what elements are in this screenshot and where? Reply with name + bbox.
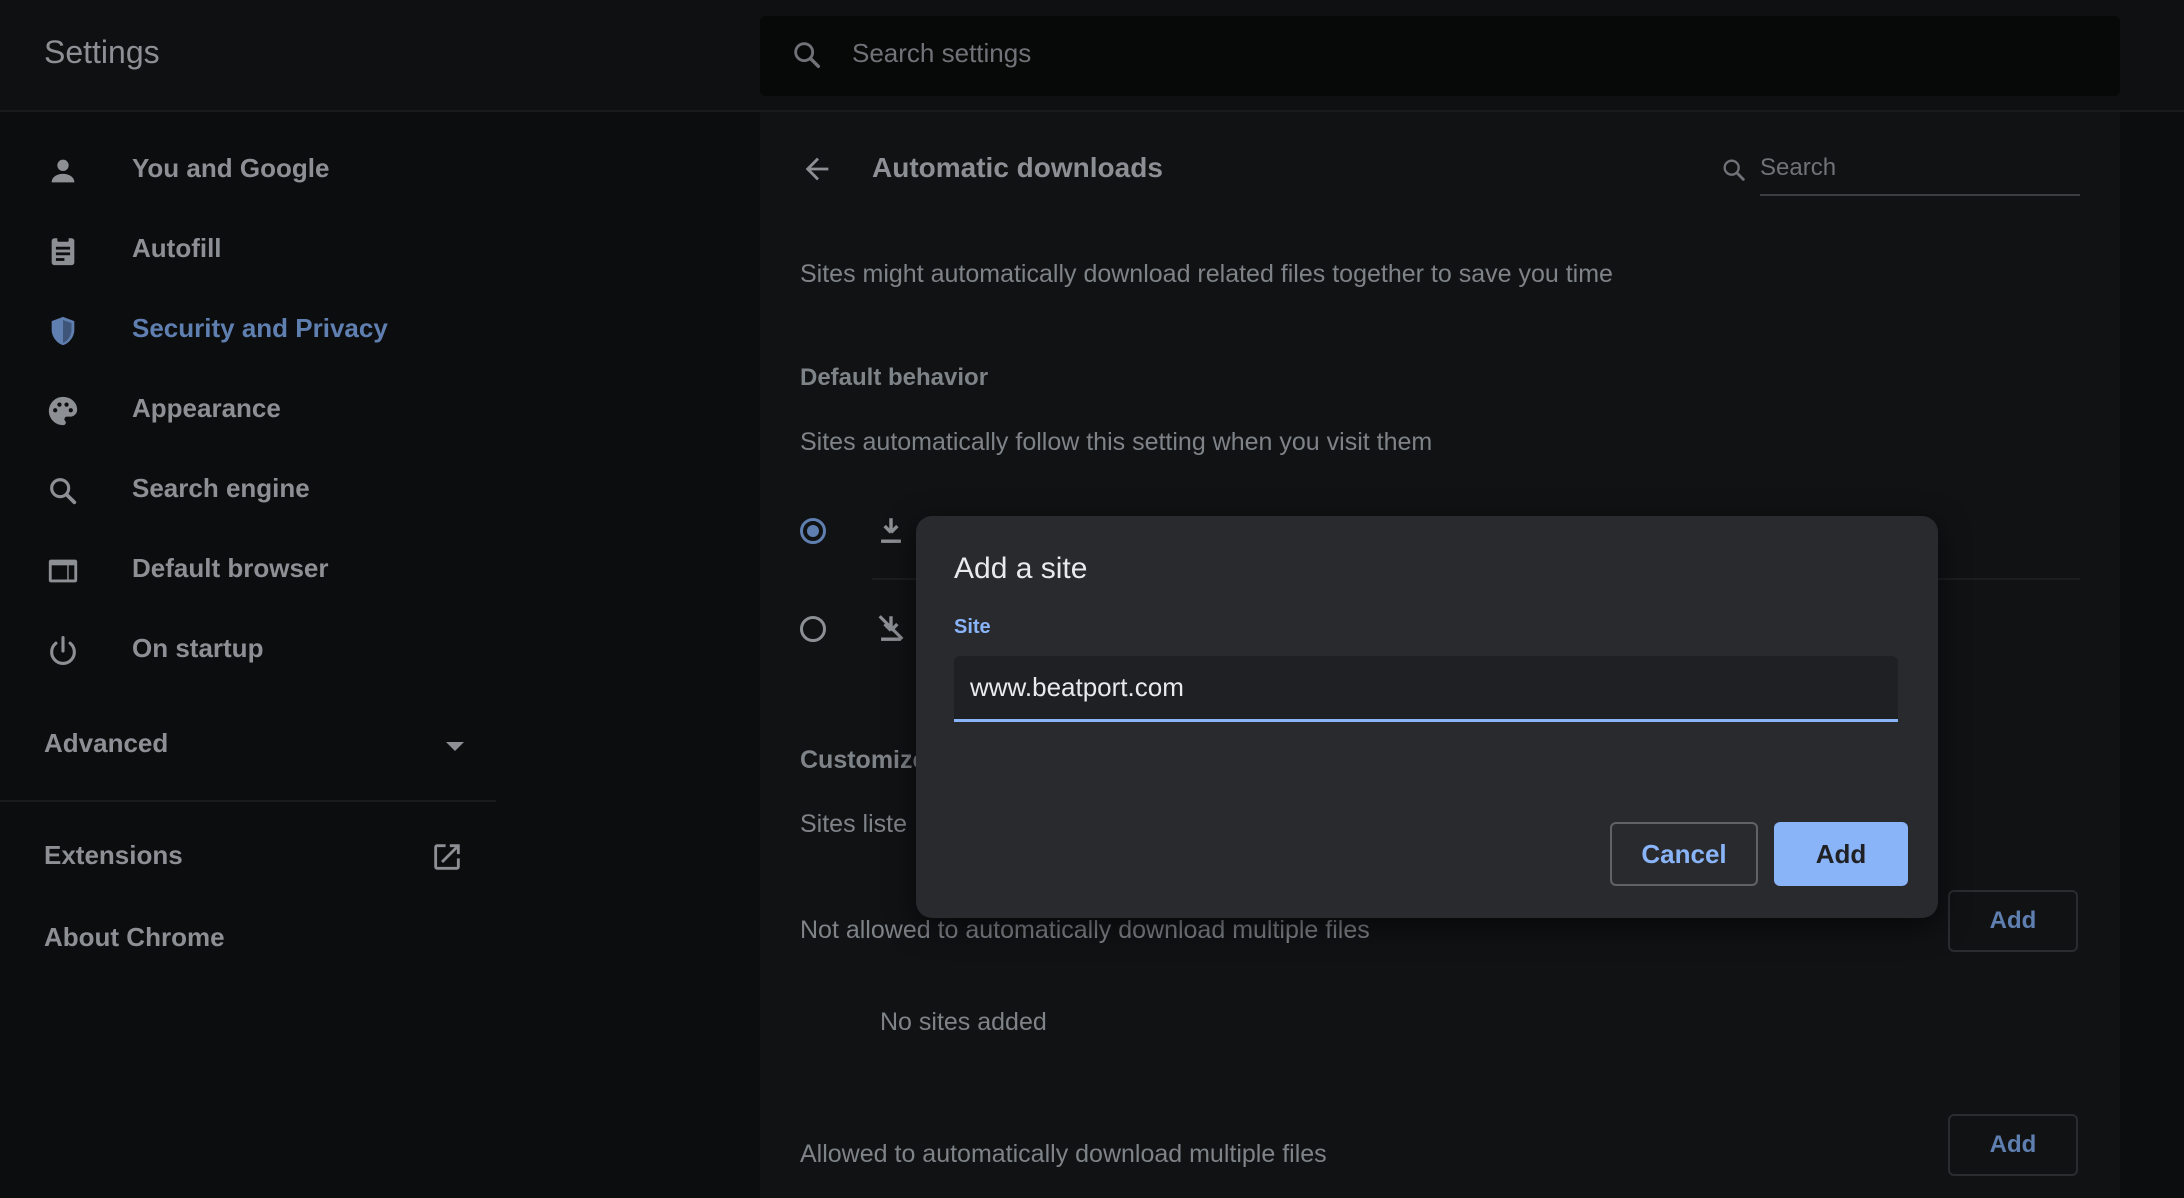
- settings-header: Settings Search settings: [0, 0, 2184, 112]
- sidebar-item-about-chrome[interactable]: About Chrome: [44, 922, 225, 953]
- sidebar-item-label: Appearance: [132, 393, 281, 423]
- settings-search-box[interactable]: Search settings: [760, 16, 2120, 96]
- back-arrow-icon[interactable]: [800, 152, 834, 191]
- search-icon: [1720, 156, 1748, 189]
- browser-window-icon: [46, 554, 80, 593]
- sidebar-item-autofill[interactable]: Autofill: [0, 212, 500, 284]
- sidebar-divider: [0, 800, 496, 802]
- allowed-label: Allowed to automatically download multip…: [800, 1140, 1327, 1168]
- power-icon: [46, 634, 80, 673]
- extensions-label: Extensions: [44, 840, 183, 870]
- page-description: Sites might automatically download relat…: [800, 260, 1613, 288]
- default-behavior-subtext: Sites automatically follow this setting …: [800, 428, 1433, 456]
- sidebar: You and Google Autofill Security and Pri…: [0, 112, 500, 1198]
- page-search[interactable]: Search: [1720, 150, 2120, 210]
- search-icon: [46, 474, 80, 513]
- page-search-placeholder: Search: [1760, 154, 1837, 181]
- palette-icon: [46, 394, 80, 433]
- sidebar-item-appearance[interactable]: Appearance: [0, 372, 500, 444]
- site-field-label: Site: [954, 616, 991, 638]
- search-placeholder: Search settings: [852, 38, 1032, 68]
- sidebar-item-label: On startup: [132, 633, 264, 663]
- clipboard-icon: [46, 234, 80, 273]
- sidebar-item-you-and-google[interactable]: You and Google: [0, 132, 500, 204]
- sidebar-item-label: Default browser: [132, 553, 329, 583]
- dialog-title: Add a site: [954, 552, 1088, 585]
- open-in-new-icon: [430, 840, 464, 879]
- no-sites-text: No sites added: [880, 1008, 1047, 1036]
- sidebar-item-extensions[interactable]: Extensions: [44, 840, 464, 890]
- add-button[interactable]: Add: [1774, 822, 1908, 886]
- cancel-button[interactable]: Cancel: [1610, 822, 1758, 886]
- sidebar-item-label: Autofill: [132, 233, 222, 263]
- sidebar-item-label: Security and Privacy: [132, 313, 388, 343]
- not-allowed-label: Not allowed to automatically download mu…: [800, 916, 1370, 944]
- page-title: Automatic downloads: [872, 152, 1163, 183]
- default-behavior-heading: Default behavior: [800, 364, 989, 391]
- sidebar-item-label: Search engine: [132, 473, 310, 503]
- add-allowed-site-button[interactable]: Add: [1948, 1114, 2078, 1176]
- add-site-dialog: Add a site Site Cancel Add: [916, 516, 1938, 918]
- page-search-input[interactable]: Search: [1760, 150, 2080, 196]
- radio-allow-downloads[interactable]: [800, 518, 826, 544]
- chevron-down-icon: [446, 742, 464, 751]
- download-icon: [874, 514, 908, 553]
- advanced-label: Advanced: [44, 728, 169, 758]
- site-input[interactable]: [954, 656, 1898, 722]
- sidebar-item-security-and-privacy[interactable]: Security and Privacy: [0, 292, 500, 364]
- sidebar-item-default-browser[interactable]: Default browser: [0, 532, 500, 604]
- sidebar-item-label: You and Google: [132, 153, 330, 183]
- sidebar-item-on-startup[interactable]: On startup: [0, 612, 500, 684]
- search-icon: [790, 38, 824, 77]
- customized-subtext: Sites liste: [800, 810, 907, 838]
- add-not-allowed-site-button[interactable]: Add: [1948, 890, 2078, 952]
- download-off-icon: [874, 612, 908, 651]
- shield-icon: [46, 314, 80, 353]
- sidebar-advanced-toggle[interactable]: Advanced: [44, 728, 464, 772]
- radio-block-downloads[interactable]: [800, 616, 826, 642]
- person-icon: [46, 154, 80, 193]
- sidebar-item-search-engine[interactable]: Search engine: [0, 452, 500, 524]
- app-title: Settings: [44, 34, 160, 70]
- customized-heading: Customize: [800, 746, 927, 774]
